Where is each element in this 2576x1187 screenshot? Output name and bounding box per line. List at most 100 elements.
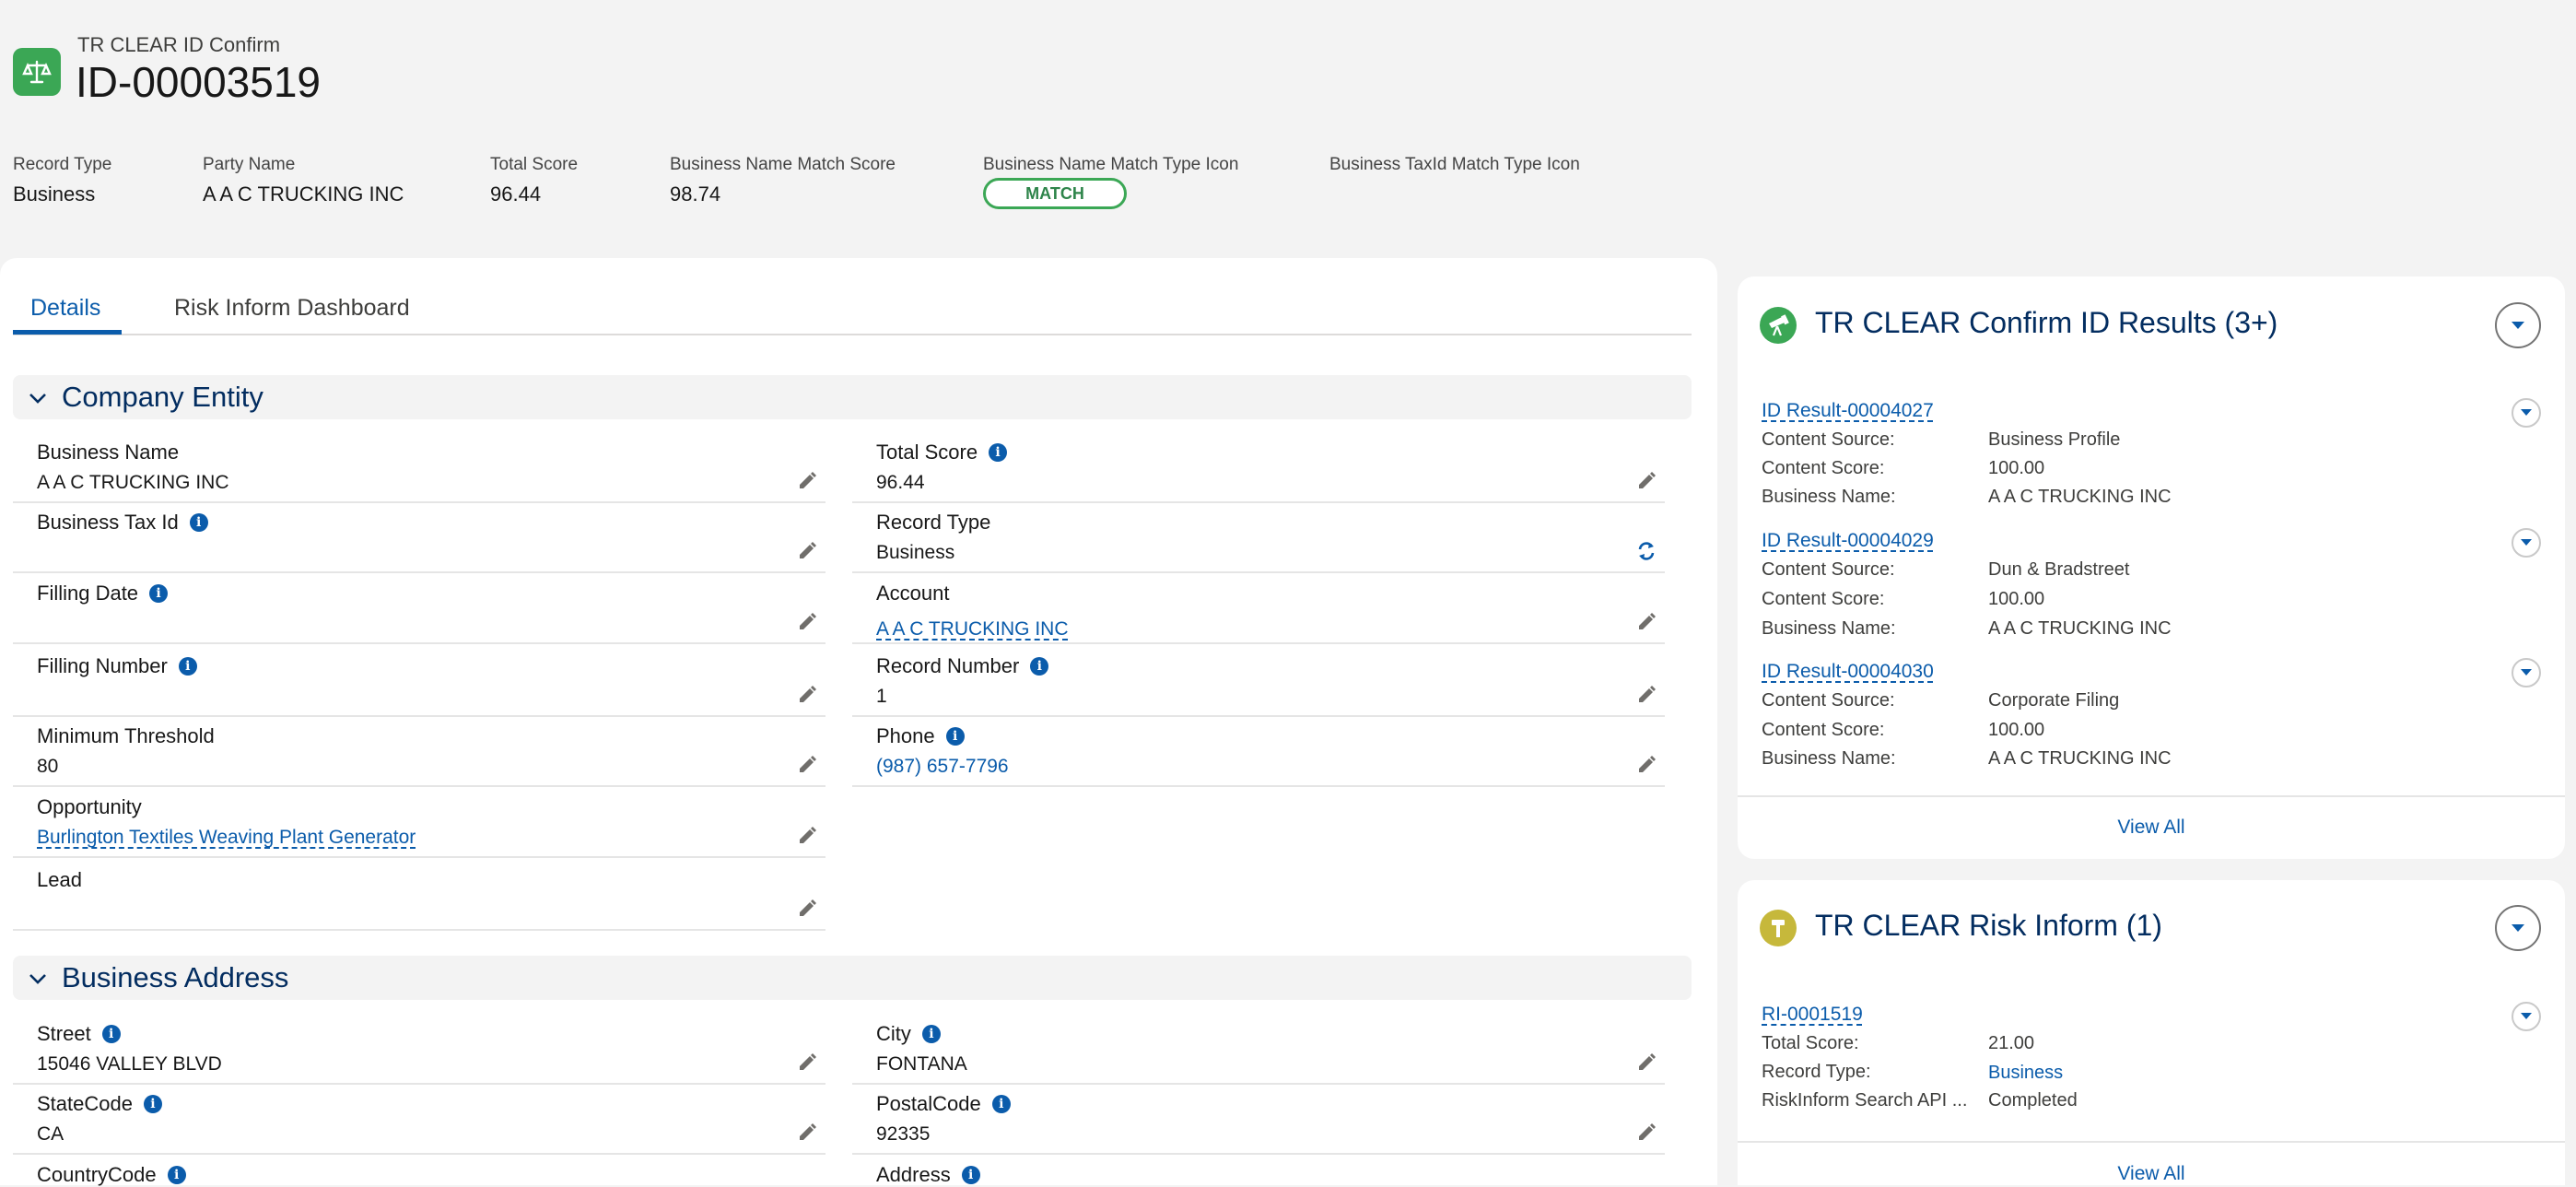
highlight-label-total-score: Total Score [490,155,579,174]
field-label: Record Type [876,511,991,534]
pencil-icon[interactable] [1635,611,1657,633]
row-field-label: Content Score: [1762,458,1885,478]
related-list-title[interactable]: TR CLEAR Confirm ID Results (3+) [1815,306,2277,340]
info-icon[interactable]: i [961,1166,980,1184]
pencil-icon[interactable] [796,540,818,562]
related-list-menu-button[interactable] [2495,302,2541,348]
field-total-score: Total Score i 96.44 [852,431,1665,503]
info-icon[interactable]: i [921,1025,941,1043]
id-result-link[interactable]: ID Result-00004029 [1762,530,1934,552]
pencil-icon[interactable] [796,754,818,776]
row-field-value: 100.00 [1988,589,2045,609]
section-company-entity[interactable]: Company Entity [13,375,1692,419]
pencil-icon[interactable] [796,470,818,492]
pencil-icon[interactable] [796,1052,818,1074]
field-filling-date: Filling Date i [13,572,825,644]
pencil-icon[interactable] [1635,470,1657,492]
row-field-label: Record Type: [1762,1062,1871,1082]
row-field-value: 100.00 [1988,458,2045,478]
section-title: Company Entity [62,381,263,413]
view-all-link[interactable]: View All [1738,1163,2565,1185]
info-icon[interactable]: i [945,727,965,746]
row-field-value: A A C TRUCKING INC [1988,487,2172,507]
pencil-icon[interactable] [796,825,818,847]
row-actions-button[interactable] [2512,398,2541,428]
field-label: Filling Date i [37,582,169,605]
row-actions-button[interactable] [2512,658,2541,688]
info-icon[interactable]: i [989,443,1008,462]
highlight-value-party-name: A A C TRUCKING INC [203,182,404,206]
section-title: Business Address [62,961,289,993]
field-minimum-threshold: Minimum Threshold 80 [13,715,825,787]
caret-down-icon [2521,409,2532,416]
related-list-menu-button[interactable] [2495,905,2541,951]
view-all-link[interactable]: View All [1738,817,2565,839]
object-type-label: TR CLEAR ID Confirm [77,33,281,56]
row-field-label: Content Source: [1762,559,1895,580]
field-value: 1 [876,686,887,707]
info-icon[interactable]: i [991,1095,1011,1113]
pencil-icon[interactable] [796,898,818,920]
scales-icon [22,60,52,84]
change-record-type-icon[interactable] [1635,540,1657,562]
highlight-value-total-score: 96.44 [490,182,542,206]
row-field-label: Total Score: [1762,1033,1859,1053]
info-icon[interactable]: i [143,1095,162,1113]
pencil-icon[interactable] [1635,754,1657,776]
pencil-icon[interactable] [796,1122,818,1144]
highlight-label-party-name: Party Name [203,155,296,174]
field-city: City i FONTANA [852,1013,1665,1085]
pencil-icon[interactable] [796,684,818,706]
risk-inform-link[interactable]: RI-0001519 [1762,1004,1863,1026]
field-value: FONTANA [876,1053,967,1075]
highlight-label-name-match-score: Business Name Match Score [670,155,896,174]
row-field-value: Business [1988,1063,2064,1083]
tab-details[interactable]: Details [30,295,100,322]
field-label: StateCode i [37,1092,162,1116]
account-link[interactable]: A A C TRUCKING INC [876,618,1069,641]
related-list-title[interactable]: TR CLEAR Risk Inform (1) [1815,909,2162,943]
field-label: Address i [876,1163,980,1187]
field-address: Address i [852,1154,1665,1187]
field-label: CountryCode i [37,1163,186,1187]
related-list-risk-inform: TR CLEAR Risk Inform (1) RI-0001519 Tota… [1738,880,2565,1185]
card-footer-divider [1738,795,2565,797]
related-list-confirm-results: TR CLEAR Confirm ID Results (3+) ID Resu… [1738,276,2565,859]
info-icon[interactable]: i [167,1166,186,1184]
field-value: A A C TRUCKING INC [37,472,229,493]
tab-risk-inform-dashboard[interactable]: Risk Inform Dashboard [174,295,410,322]
highlight-value-record-type: Business [13,182,96,206]
field-label: PostalCode i [876,1092,1011,1116]
pencil-icon[interactable] [1635,684,1657,706]
section-business-address[interactable]: Business Address [13,956,1692,1000]
field-value: 80 [37,756,59,777]
row-field-label: Content Source: [1762,429,1895,450]
row-actions-button[interactable] [2512,1002,2541,1031]
row-actions-button[interactable] [2512,528,2541,558]
field-phone: Phone i (987) 657-7796 [852,715,1665,787]
opportunity-link[interactable]: Burlington Textiles Weaving Plant Genera… [37,827,416,849]
field-label: Account [876,582,950,605]
info-icon[interactable]: i [1030,657,1049,676]
highlight-label-name-match-type: Business Name Match Type Icon [983,155,1239,174]
id-result-link[interactable]: ID Result-00004027 [1762,400,1934,422]
info-icon[interactable]: i [189,513,208,532]
pencil-icon[interactable] [796,611,818,633]
active-tab-indicator [13,330,122,335]
info-icon[interactable]: i [149,584,169,603]
row-field-label: Content Source: [1762,690,1895,711]
info-icon[interactable]: i [178,657,197,676]
pencil-icon[interactable] [1635,1052,1657,1074]
id-result-link[interactable]: ID Result-00004030 [1762,661,1934,683]
caret-down-icon [2512,322,2524,329]
field-value: CA [37,1123,64,1145]
row-field-label: Content Score: [1762,720,1885,740]
info-icon[interactable]: i [101,1025,121,1043]
caret-down-icon [2521,669,2532,676]
field-record-number: Record Number i 1 [852,645,1665,717]
chevron-down-icon [29,974,46,984]
phone-link[interactable]: (987) 657-7796 [876,756,1009,778]
pencil-icon[interactable] [1635,1122,1657,1144]
field-lead: Lead [13,859,825,931]
field-opportunity: Opportunity Burlington Textiles Weaving … [13,786,825,858]
